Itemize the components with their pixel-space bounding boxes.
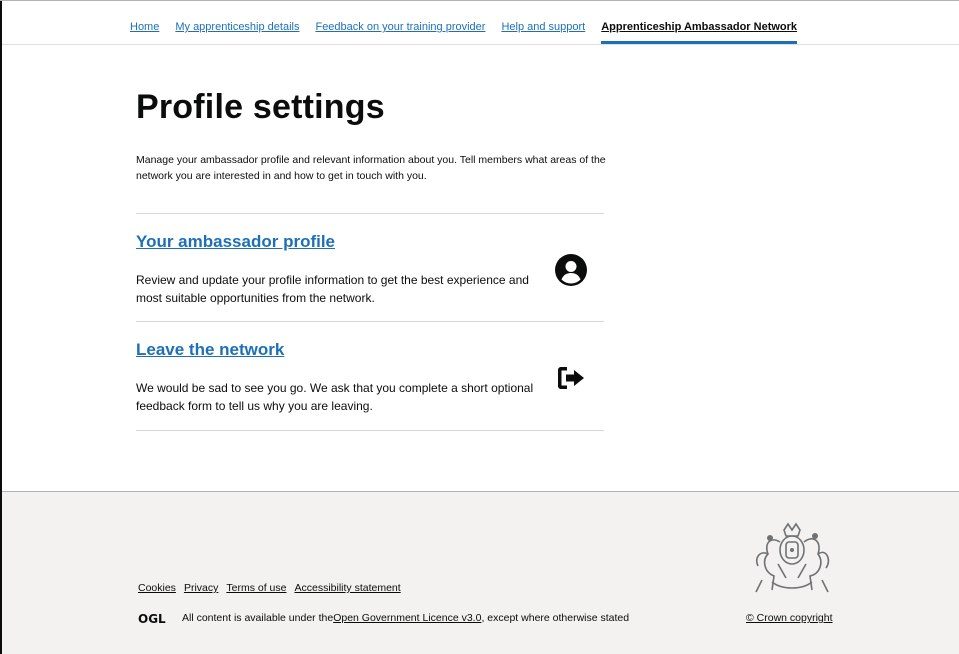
page-title: Profile settings	[136, 88, 385, 126]
leave-network-link[interactable]: Leave the network	[136, 340, 284, 360]
site-footer: Cookies Privacy Terms of use Accessibili…	[2, 491, 959, 654]
nav-divider	[2, 44, 959, 45]
card-leave-network: Leave the network We would be sad to see…	[136, 321, 604, 431]
footer-cookies-link[interactable]: Cookies	[138, 582, 176, 594]
leave-network-description: We would be sad to see you go. We ask th…	[136, 381, 534, 413]
footer-privacy-link[interactable]: Privacy	[184, 582, 218, 594]
open-government-licence-link[interactable]: Open Government Licence v3.0	[333, 612, 481, 624]
user-circle-icon	[555, 254, 587, 286]
footer-accessibility-link[interactable]: Accessibility statement	[294, 582, 400, 594]
card-ambassador-profile: Your ambassador profile Review and updat…	[136, 213, 604, 322]
licence-statement: OGL All content is available under the O…	[138, 612, 629, 624]
crown-copyright-link[interactable]: © Crown copyright	[746, 612, 833, 624]
ogl-logo-icon: OGL	[138, 612, 166, 624]
sign-out-icon	[558, 367, 584, 389]
nav-apprenticeship-details-link[interactable]: My apprenticeship details	[175, 14, 299, 44]
svg-text:OGL: OGL	[138, 612, 166, 624]
licence-prefix: All content is available under the	[182, 612, 334, 624]
nav-feedback-link[interactable]: Feedback on your training provider	[315, 14, 485, 44]
top-navigation: Home My apprenticeship details Feedback …	[130, 14, 813, 44]
ambassador-profile-description: Review and update your profile informati…	[136, 273, 529, 305]
window-top-edge	[0, 0, 959, 1]
royal-coat-of-arms-icon	[755, 522, 830, 593]
footer-links: Cookies Privacy Terms of use Accessibili…	[138, 582, 409, 594]
footer-terms-link[interactable]: Terms of use	[226, 582, 286, 594]
page-intro: Manage your ambassador profile and relev…	[136, 154, 606, 182]
nav-ambassador-network-link[interactable]: Apprenticeship Ambassador Network	[601, 14, 798, 44]
nav-home-link[interactable]: Home	[130, 14, 159, 44]
ambassador-profile-link[interactable]: Your ambassador profile	[136, 232, 335, 252]
licence-suffix: , except where otherwise stated	[481, 612, 630, 624]
nav-help-link[interactable]: Help and support	[501, 14, 585, 44]
